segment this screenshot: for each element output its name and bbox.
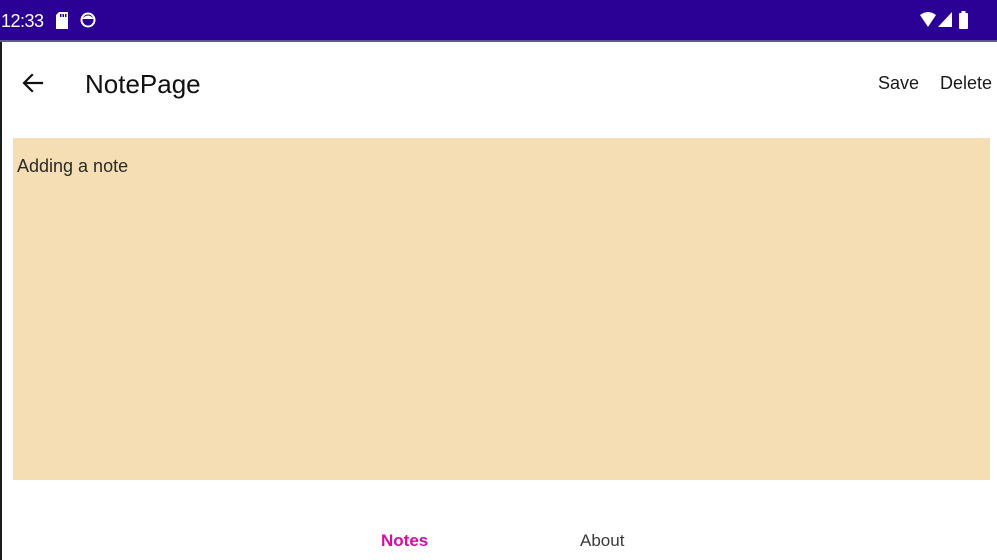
signal-icon — [938, 12, 952, 27]
battery-icon — [959, 11, 968, 29]
note-page-screen: 12:33 NotePage Save Delete Adding a note… — [0, 0, 997, 560]
note-editor-area: Adding a note — [13, 138, 990, 480]
save-button[interactable]: Save — [878, 72, 919, 94]
bottom-tab-bar: Notes About — [2, 516, 997, 560]
app-bar: NotePage Save Delete — [2, 42, 997, 126]
tab-about[interactable]: About — [580, 530, 624, 552]
delete-button[interactable]: Delete — [940, 72, 992, 94]
tab-notes[interactable]: Notes — [381, 530, 428, 552]
face-icon — [80, 12, 96, 28]
note-text-editor[interactable]: Adding a note — [13, 138, 990, 480]
status-bar: 12:33 — [0, 0, 997, 40]
back-arrow-icon[interactable] — [18, 68, 48, 98]
status-time: 12:33 — [1, 11, 44, 31]
sd-card-icon — [56, 12, 68, 29]
wifi-icon — [920, 12, 936, 27]
page-title: NotePage — [85, 69, 201, 99]
